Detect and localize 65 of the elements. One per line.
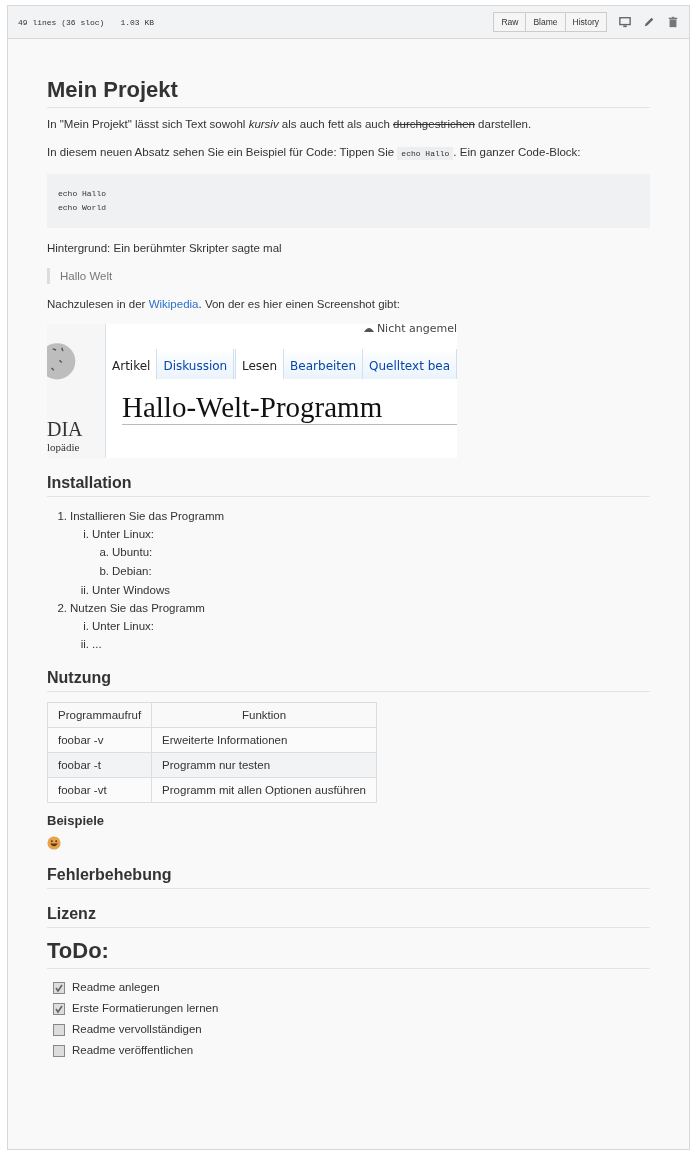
table-cell: Programm nur testen [151,752,377,778]
list-marker: i. [82,527,89,542]
code-line: echo World [58,202,107,214]
list-marker: i. [82,619,89,634]
list-item: Ubuntu: [112,545,153,560]
column-header: Programmaufruf [47,702,152,728]
task-label: Readme veröffentlichen [72,1043,194,1058]
trash-icon[interactable] [667,16,679,28]
toolbar-button[interactable]: Raw [493,12,527,32]
checkbox[interactable] [53,981,65,994]
heading: Nutzung [47,669,650,692]
wikipedia-link[interactable]: Wikipedia [148,298,199,310]
desktop-icon[interactable] [619,16,631,28]
quote-text: Hallo Welt [60,270,113,282]
user-icon [363,325,374,332]
grinning-emoji-icon [47,836,61,850]
list-item: Unter Linux: [92,527,154,542]
list-marker: b. [98,564,109,579]
wiki-tab[interactable]: Diskussion [157,349,235,379]
wiki-tab[interactable]: Quelltext bea [363,349,457,379]
table-cell: foobar -t [47,752,152,778]
task-label: Readme vervollständigen [72,1022,202,1037]
checkbox[interactable] [53,1023,65,1036]
heading: Beispiele [47,813,106,828]
paragraph: Nachzulesen in der Wikipedia. Von der es hier einen Screenshot gibt: [47,297,401,312]
heading: Mein Projekt [47,77,650,108]
code-line: echo Hallo [58,188,107,200]
login-status: Nicht angemel [376,324,457,335]
toolbar-button[interactable]: History [564,12,607,32]
table-cell: foobar -vt [47,777,152,803]
list-item: ... [92,637,102,652]
task-label: Readme anlegen [72,980,160,995]
paragraph: In "Mein Projekt" lässt sich Text sowohl kursiv als auch fett als auch durchgestrichen darstellen. [47,117,533,132]
logo-subtitle: lopädie [47,441,80,453]
list-marker: a. [98,545,109,560]
table-cell: foobar -v [47,727,152,753]
list-marker: ii. [79,637,89,652]
list-marker: 2. [56,601,67,616]
logo-text: DIA [47,418,83,441]
list-item: Debian: [112,564,152,579]
toolbar-button[interactable]: Blame [525,12,566,32]
list-item: Unter Windows [92,583,170,598]
line-count: 49 lines (36 sloc) [18,17,105,27]
article-title: Hallo-Welt-Programm [122,391,457,425]
checkbox[interactable] [53,1002,65,1015]
list-item: Installieren Sie das Programm [70,509,225,524]
list-marker: 1. [56,509,67,524]
table-cell: Programm mit allen Optionen ausführen [151,777,377,803]
paragraph: Hintergrund: Ein berühmter Skripter sagte mal [47,241,283,256]
table-cell: Erweiterte Informationen [151,727,377,753]
list-marker: ii. [79,583,89,598]
list-item: Unter Linux: [92,619,154,634]
wiki-tab[interactable]: Bearbeiten [284,349,364,379]
heading: Lizenz [47,905,650,928]
checkbox[interactable] [53,1044,65,1057]
file-size: 1.03 KB [120,17,155,27]
heading: Installation [47,474,650,497]
list-item: Nutzen Sie das Programm [70,601,205,616]
column-header: Funktion [151,702,377,728]
tab-separator [234,349,236,379]
paragraph: In diesem neuen Absatz sehen Sie ein Beispiel für Code: Tippen Sie echo Hallo . Ein ganzer Code-Block: [47,145,582,162]
heading: Fehlerbehebung [47,866,650,889]
heading: ToDo: [47,938,650,969]
task-label: Erste Formatierungen lernen [72,1001,219,1016]
pencil-icon[interactable] [643,16,655,28]
